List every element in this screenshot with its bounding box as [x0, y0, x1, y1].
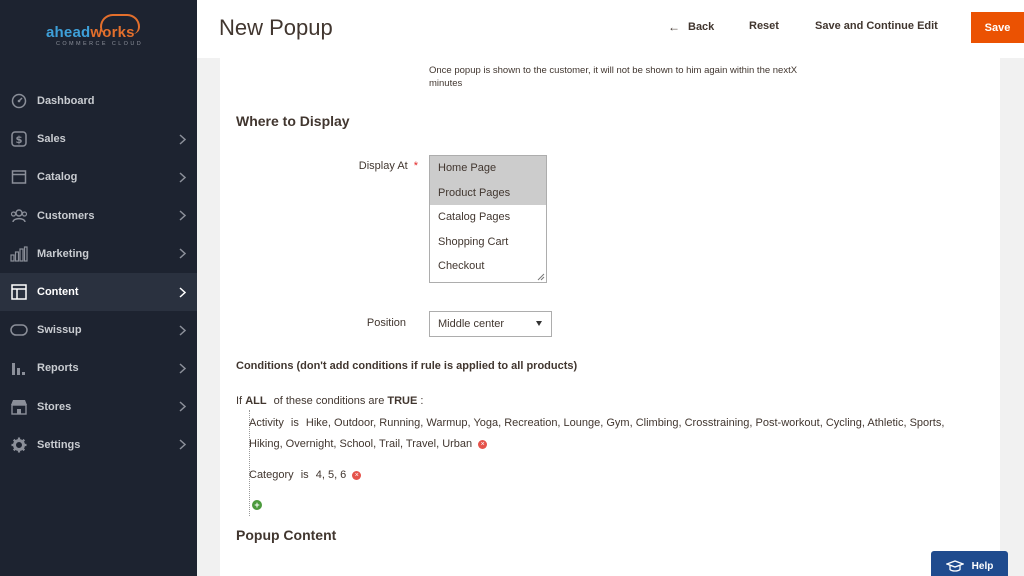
users-icon [10, 207, 28, 225]
back-button[interactable]: ← Back [668, 20, 714, 34]
sidebar-item-label: Stores [37, 400, 72, 413]
condition-row: Category is 4, 5, 6 × [249, 465, 969, 486]
toggle-icon [10, 321, 28, 339]
sidebar-item-label: Dashboard [37, 95, 95, 108]
help-button-label: Help [971, 560, 994, 572]
condition-attribute[interactable]: Activity [249, 417, 284, 429]
help-button[interactable]: Help [931, 551, 1008, 576]
chevron-right-icon [177, 361, 187, 375]
chevron-right-icon [177, 323, 187, 337]
condition-attribute[interactable]: Category [249, 469, 294, 481]
remove-condition-icon[interactable]: × [352, 470, 362, 480]
condition-row: Activity is Hike, Outdoor, Running, Warm… [249, 413, 969, 455]
sidebar-item-label: Content [37, 286, 79, 299]
sidebar-item-label: Marketing [37, 247, 89, 260]
remove-condition-icon[interactable]: × [478, 439, 488, 449]
section-title-where-to-display: Where to Display [236, 113, 350, 129]
option-shopping-cart[interactable]: Shopping Cart [430, 230, 546, 255]
required-mark: * [413, 160, 418, 172]
option-checkout[interactable]: Checkout [430, 254, 546, 279]
conditions-root-middle: of these conditions are [273, 395, 385, 407]
logo[interactable]: aheadworks COMMERCE CLOUD [44, 14, 154, 47]
conditions-root-prefix: If [236, 395, 243, 407]
condition-operator[interactable]: is [301, 469, 309, 481]
caret-down-icon [536, 321, 542, 326]
chevron-right-icon [177, 438, 187, 452]
sidebar-item-customers[interactable]: Customers [0, 197, 197, 235]
sidebar-item-label: Catalog [37, 171, 78, 184]
display-at-label-text: Display At [358, 160, 408, 172]
page-title: New Popup [219, 15, 333, 40]
brand-subtitle: COMMERCE CLOUD [56, 41, 144, 47]
gear-icon [10, 436, 28, 454]
add-condition-icon[interactable]: + [252, 500, 262, 510]
display-at-multiselect[interactable]: Home Page Product Pages Catalog Pages Sh… [429, 155, 547, 283]
arrow-left-icon: ← [668, 20, 680, 34]
sidebar-item-settings[interactable]: Settings [0, 426, 197, 464]
chevron-right-icon [177, 400, 187, 414]
option-home-page[interactable]: Home Page [430, 156, 546, 181]
page-header: New Popup ← Back Reset Save and Continue… [197, 0, 1024, 58]
sidebar-item-dashboard[interactable]: Dashboard [0, 82, 197, 120]
chevron-right-icon [177, 285, 187, 299]
sidebar-item-content[interactable]: Content [0, 272, 197, 312]
conditions-root: If ALL of these conditions are TRUE : [236, 395, 423, 407]
brand-name-first: ahead [46, 24, 91, 41]
sidebar-item-label: Settings [37, 438, 81, 451]
sidebar-item-swissup[interactable]: Swissup [0, 311, 197, 349]
position-label: Position [366, 317, 406, 329]
condition-value[interactable]: Hike, Outdoor, Running, Warmup, Yoga, Re… [249, 417, 944, 450]
save-button[interactable]: Save [971, 12, 1024, 43]
sidebar-item-label: Reports [37, 362, 79, 375]
value-selector[interactable]: TRUE [387, 395, 417, 407]
back-button-label: Back [688, 21, 715, 33]
sidebar-item-sales[interactable]: $ Sales [0, 120, 197, 158]
reset-button[interactable]: Reset [749, 20, 779, 32]
chevron-right-icon [177, 209, 187, 223]
sidebar-item-label: Swissup [37, 324, 82, 337]
dashboard-icon [10, 92, 28, 110]
chevron-right-icon [177, 247, 187, 261]
field-note: Once popup is shown to the customer, it … [429, 65, 798, 89]
sidebar-nav: Dashboard $ Sales Catalog Customers Mark… [0, 82, 197, 464]
graduation-cap-icon [945, 560, 964, 572]
aggregator-selector[interactable]: ALL [245, 395, 266, 407]
brand-name-second: works [90, 24, 135, 41]
position-select[interactable]: Middle center [429, 311, 552, 337]
conditions-root-suffix: : [420, 395, 424, 407]
marketing-icon [10, 245, 28, 263]
bar-chart-icon [10, 359, 28, 377]
position-select-value: Middle center [438, 318, 505, 330]
sidebar-item-label: Sales [37, 133, 66, 146]
chevron-right-icon [177, 132, 187, 146]
sidebar-item-label: Customers [37, 209, 95, 222]
store-icon [10, 398, 28, 416]
box-icon [10, 168, 28, 186]
conditions-title: Conditions (don't add conditions if rule… [236, 360, 578, 372]
layout-icon [10, 283, 28, 301]
condition-value[interactable]: 4, 5, 6 [316, 469, 347, 481]
save-and-continue-button[interactable]: Save and Continue Edit [815, 20, 938, 32]
option-product-pages[interactable]: Product Pages [430, 180, 546, 205]
dollar-icon: $ [10, 130, 28, 148]
condition-operator[interactable]: is [291, 417, 299, 429]
sidebar: aheadworks COMMERCE CLOUD Dashboard $ Sa… [0, 0, 197, 576]
sidebar-item-marketing[interactable]: Marketing [0, 235, 197, 273]
resize-grip-icon[interactable] [537, 273, 545, 281]
display-at-label: Display At * [300, 160, 418, 172]
sidebar-item-catalog[interactable]: Catalog [0, 158, 197, 196]
section-title-popup-content: Popup Content [236, 527, 337, 543]
option-catalog-pages[interactable]: Catalog Pages [430, 205, 546, 230]
chevron-right-icon [177, 170, 187, 184]
svg-text:$: $ [16, 135, 23, 146]
sidebar-item-stores[interactable]: Stores [0, 388, 197, 426]
sidebar-item-reports[interactable]: Reports [0, 349, 197, 387]
